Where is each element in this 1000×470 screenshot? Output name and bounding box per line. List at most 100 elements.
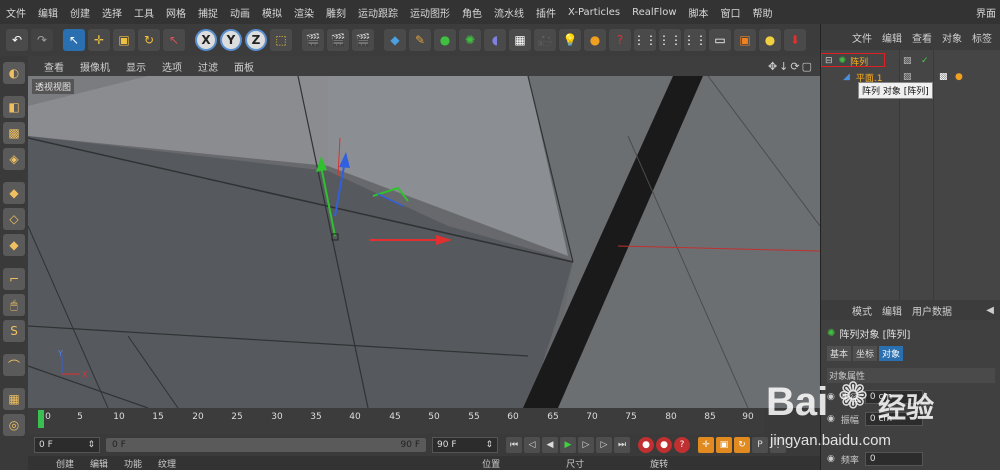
menu-tools[interactable]: 工具	[128, 5, 160, 20]
timeline[interactable]: 0 5 10 15 20 25 30 35 40 45 50 55 60 65 …	[28, 408, 764, 434]
texture-mode-icon[interactable]: ▩	[3, 122, 25, 144]
scale-icon[interactable]: ▣	[113, 29, 135, 51]
material-menu-create[interactable]: 创建	[48, 457, 82, 470]
menu-render[interactable]: 渲染	[288, 5, 320, 20]
viewport-menu-options[interactable]: 选项	[154, 59, 190, 74]
rotate-icon[interactable]: ↻	[138, 29, 160, 51]
menu-file[interactable]: 文件	[0, 5, 32, 20]
enabled-check-icon[interactable]: ✓	[921, 56, 929, 66]
checker-tag-icon[interactable]: ▩	[939, 72, 948, 82]
menu-edit[interactable]: 编辑	[32, 5, 64, 20]
tweak-mode-icon[interactable]: 🖱	[3, 294, 25, 316]
object-row-cloner[interactable]: ⊟ ✺ 阵列 ▨ ✓	[821, 54, 1000, 68]
menu-snap[interactable]: 捕捉	[192, 5, 224, 20]
autokey-icon[interactable]: ●	[656, 437, 672, 453]
render-region-icon[interactable]: ▣	[734, 29, 756, 51]
menu-script[interactable]: 脚本	[683, 5, 715, 20]
python-icon[interactable]: ●	[759, 29, 781, 51]
om-menu-tags[interactable]: 标签	[967, 30, 997, 45]
mograph-cloner-icon[interactable]: ✺	[459, 29, 481, 51]
layout-label[interactable]: 界面	[976, 5, 996, 20]
model-mode-icon[interactable]: ◧	[3, 96, 25, 118]
menu-x-particles[interactable]: X-Particles	[562, 7, 626, 18]
material-menu-function[interactable]: 功能	[116, 457, 150, 470]
material-menu-texture[interactable]: 纹理	[150, 457, 184, 470]
x-axis-icon[interactable]: X	[195, 29, 217, 51]
make-editable-icon[interactable]: ◐	[3, 62, 25, 84]
perspective-viewport[interactable]: Y X 透视视图	[28, 76, 820, 408]
lock-workplane-icon[interactable]: ▦	[3, 388, 25, 410]
menu-window[interactable]: 窗口	[715, 5, 747, 20]
menu-select[interactable]: 选择	[96, 5, 128, 20]
menu-mograph[interactable]: 运动图形	[404, 5, 456, 20]
preview-range-slider[interactable]: 0 F 90 F	[106, 438, 426, 452]
camera-icon[interactable]: 🎥	[534, 29, 556, 51]
points-mode-icon[interactable]: ◆	[3, 182, 25, 204]
tab-basic[interactable]: 基本	[827, 346, 852, 361]
help-icon[interactable]: ?	[609, 29, 631, 51]
menu-realflow[interactable]: RealFlow	[626, 7, 682, 18]
scene-icon[interactable]: ▦	[509, 29, 531, 51]
viewport-menu-display[interactable]: 显示	[118, 59, 154, 74]
magnet-icon[interactable]: ⌒	[3, 354, 25, 376]
script-manager-icon[interactable]: ⬇	[784, 29, 806, 51]
material-sphere-icon[interactable]: ●	[584, 29, 606, 51]
snap-icon[interactable]: S	[3, 320, 25, 342]
live-select-icon[interactable]: ↖	[63, 29, 85, 51]
light-icon[interactable]: 💡	[559, 29, 581, 51]
viewport-menu-view[interactable]: 查看	[36, 59, 72, 74]
visibility-icon[interactable]: ▨	[903, 56, 912, 66]
grid-icon-3[interactable]: ⋮⋮	[683, 29, 707, 51]
play-icon[interactable]: ▶	[560, 437, 576, 453]
menu-help[interactable]: 帮助	[747, 5, 779, 20]
material-tag-icon[interactable]: ●	[955, 72, 963, 82]
menu-plugins[interactable]: 插件	[530, 5, 562, 20]
edges-mode-icon[interactable]: ◇	[3, 208, 25, 230]
deformer-icon[interactable]: ◖	[484, 29, 506, 51]
object-name[interactable]: 阵列	[850, 55, 868, 68]
grid-icon-2[interactable]: ⋮⋮	[658, 29, 682, 51]
tab-coordinates[interactable]: 坐标	[853, 346, 878, 361]
viewport-layout-icon[interactable]: ▭	[709, 29, 731, 51]
axis-mode-icon[interactable]: ⌐	[3, 268, 25, 290]
viewport-menu-filter[interactable]: 过滤	[190, 59, 226, 74]
last-tool-icon[interactable]: ↖	[163, 29, 185, 51]
previous-key-icon[interactable]: ◁	[524, 437, 540, 453]
scale-key-icon[interactable]: ▣	[716, 437, 732, 453]
rotation-key-icon[interactable]: ↻	[734, 437, 750, 453]
go-to-start-icon[interactable]: ⏮	[506, 437, 522, 453]
keyframe-selection-icon[interactable]: ?	[674, 437, 690, 453]
grid-icon[interactable]: ⋮⋮	[633, 29, 657, 51]
om-menu-file[interactable]: 文件	[847, 30, 877, 45]
tab-object[interactable]: 对象	[879, 346, 904, 361]
menu-motion-tracker[interactable]: 运动跟踪	[352, 5, 404, 20]
am-menu-user-data[interactable]: 用户数据	[907, 303, 957, 318]
viewport-navigation-icons[interactable]: ✥↓⟳▢	[768, 60, 814, 73]
menu-pipeline[interactable]: 流水线	[488, 5, 530, 20]
polygons-mode-icon[interactable]: ◆	[3, 234, 25, 256]
menu-sculpt[interactable]: 雕刻	[320, 5, 352, 20]
om-menu-view[interactable]: 查看	[907, 30, 937, 45]
planar-workplane-icon[interactable]: ◎	[3, 414, 25, 436]
am-menu-edit[interactable]: 编辑	[877, 303, 907, 318]
menu-character[interactable]: 角色	[456, 5, 488, 20]
render-view-icon[interactable]: 🎬	[302, 29, 324, 51]
current-frame-field[interactable]: 0 F ⇕	[34, 437, 100, 453]
record-icon[interactable]: ●	[638, 437, 654, 453]
back-arrow-icon[interactable]: ◀	[986, 305, 994, 316]
next-frame-icon[interactable]: ▷	[578, 437, 594, 453]
menu-create[interactable]: 创建	[64, 5, 96, 20]
collapse-icon[interactable]: ⊟	[825, 56, 833, 66]
stepper-icon[interactable]: ⇕	[485, 440, 493, 450]
pen-icon[interactable]: ✎	[409, 29, 431, 51]
coordinate-system-icon[interactable]: ⬚	[270, 29, 292, 51]
om-menu-edit[interactable]: 编辑	[877, 30, 907, 45]
menu-simulate[interactable]: 模拟	[256, 5, 288, 20]
workplane-mode-icon[interactable]: ◈	[3, 148, 25, 170]
am-menu-mode[interactable]: 模式	[847, 303, 877, 318]
position-key-icon[interactable]: ✛	[698, 437, 714, 453]
material-menu-edit[interactable]: 编辑	[82, 457, 116, 470]
om-menu-objects[interactable]: 对象	[937, 30, 967, 45]
cube-icon[interactable]: ◆	[384, 29, 406, 51]
viewport-menu-cameras[interactable]: 摄像机	[72, 59, 118, 74]
